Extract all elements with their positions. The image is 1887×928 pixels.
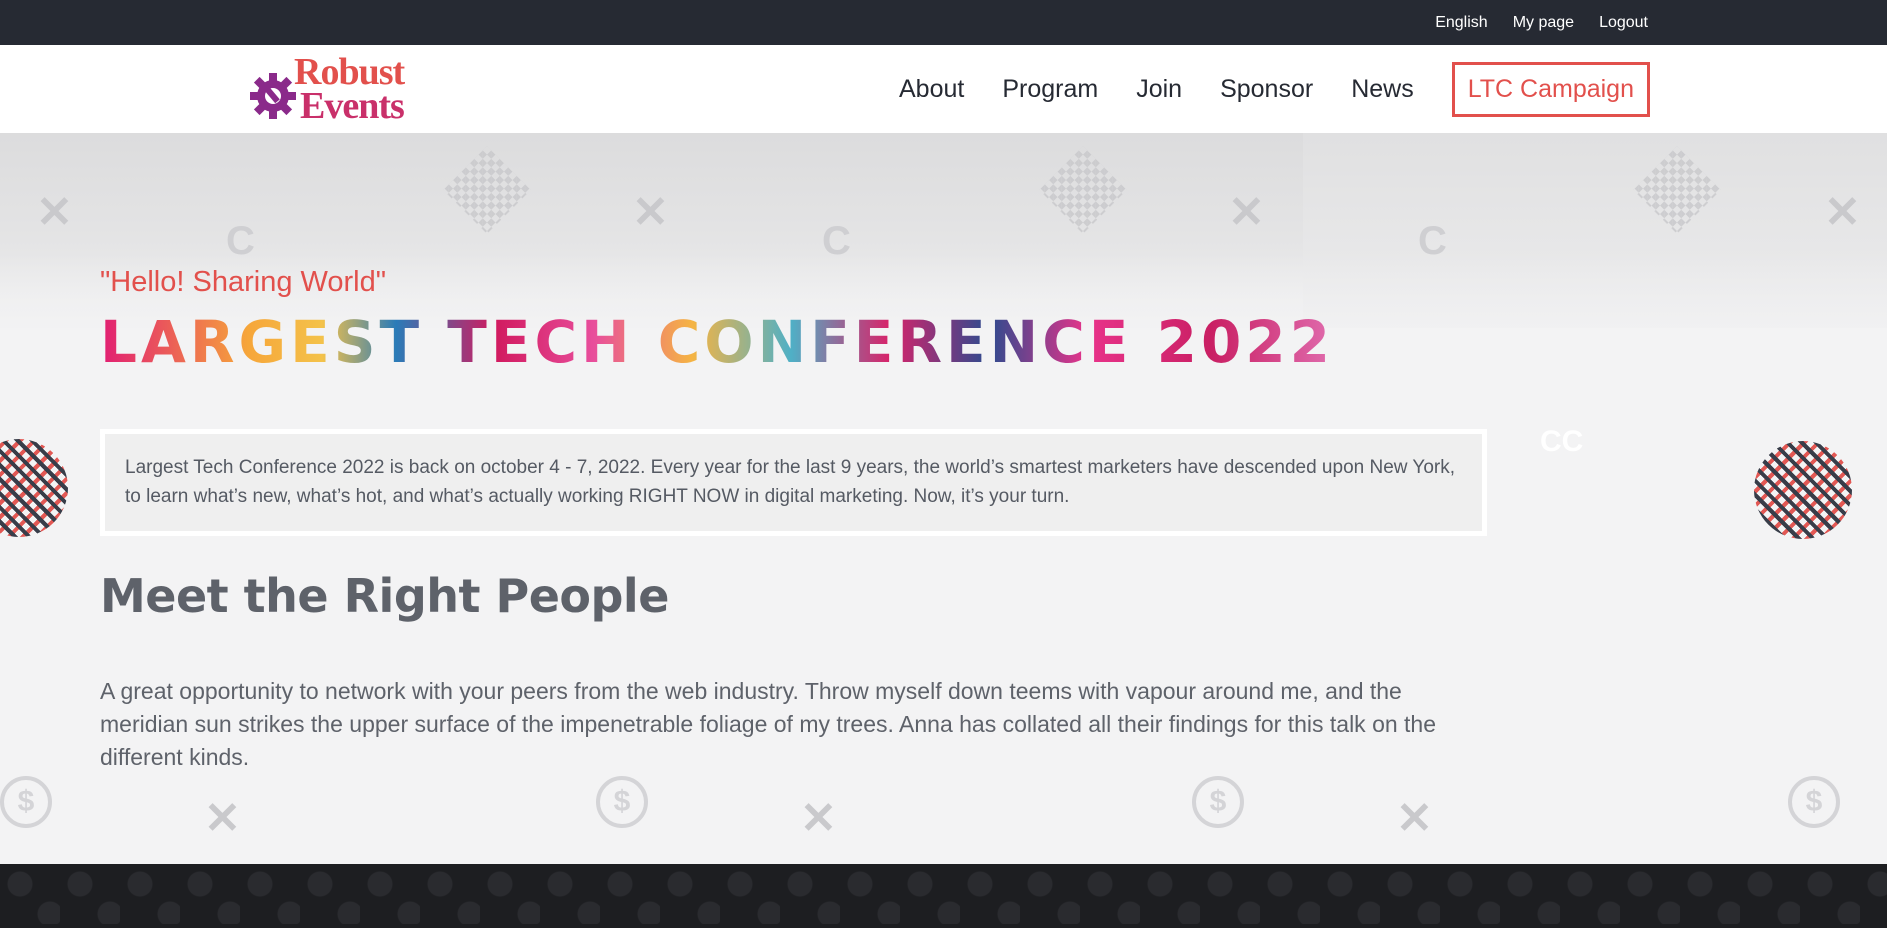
logo-word-events: Events	[300, 85, 405, 127]
c-letter-decoration: C	[1418, 219, 1447, 263]
gear-wrench-icon	[250, 73, 296, 119]
language-link[interactable]: English	[1435, 14, 1487, 32]
main-navbar: Robust Events About Program Join Sponsor…	[0, 45, 1887, 133]
c-letter-decoration: CC	[1540, 425, 1584, 458]
c-letter-decoration: C	[226, 219, 255, 263]
event-info-box: Largest Tech Conference 2022 is back on …	[100, 429, 1487, 536]
c-letter-decoration: C	[822, 219, 851, 263]
cross-decoration-icon: ✕	[1228, 188, 1265, 237]
hero-section: ✕ ✕ ✕ ✕ C C C CC ✕ ✕ ✕ $ $ $ $ "Hello! S…	[0, 133, 1887, 864]
nav-program[interactable]: Program	[1002, 75, 1098, 104]
dollar-circle-decoration-icon: $	[596, 776, 648, 828]
footer-hex-pattern	[0, 864, 1887, 928]
nav-about[interactable]: About	[899, 75, 964, 104]
top-utility-bar: English My page Logout	[0, 0, 1887, 45]
section-paragraph: A great opportunity to network with your…	[100, 678, 1437, 770]
nav-ltc-campaign-button[interactable]: LTC Campaign	[1451, 61, 1650, 117]
my-page-link[interactable]: My page	[1513, 14, 1574, 32]
event-info-text: Largest Tech Conference 2022 is back on …	[125, 457, 1456, 507]
nav-news[interactable]: News	[1351, 75, 1414, 104]
robust-events-logo[interactable]: Robust Events	[248, 49, 428, 129]
cross-decoration-icon: ✕	[1824, 188, 1861, 237]
nav-join[interactable]: Join	[1136, 75, 1182, 104]
hero-title: LARGEST TECH CONFERENCE 2022	[100, 308, 1335, 376]
cross-decoration-icon: ✕	[800, 794, 837, 843]
cross-decoration-icon: ✕	[36, 188, 73, 237]
dollar-circle-decoration-icon: $	[1192, 776, 1244, 828]
dollar-circle-decoration-icon: $	[0, 776, 52, 828]
utility-links: English My page Logout	[1435, 0, 1648, 45]
dollar-circle-decoration-icon: $	[1788, 776, 1840, 828]
cross-decoration-icon: ✕	[632, 188, 669, 237]
cross-decoration-icon: ✕	[1396, 794, 1433, 843]
dot-pattern-decoration	[0, 439, 68, 537]
primary-nav: About Program Join Sponsor News LTC Camp…	[899, 59, 1650, 119]
nav-sponsor[interactable]: Sponsor	[1220, 75, 1313, 104]
section-heading: Meet the Right People	[100, 569, 669, 623]
dot-pattern-decoration	[1754, 441, 1852, 539]
hero-tagline: "Hello! Sharing World"	[100, 266, 387, 298]
cross-decoration-icon: ✕	[204, 794, 241, 843]
logout-link[interactable]: Logout	[1599, 14, 1648, 32]
